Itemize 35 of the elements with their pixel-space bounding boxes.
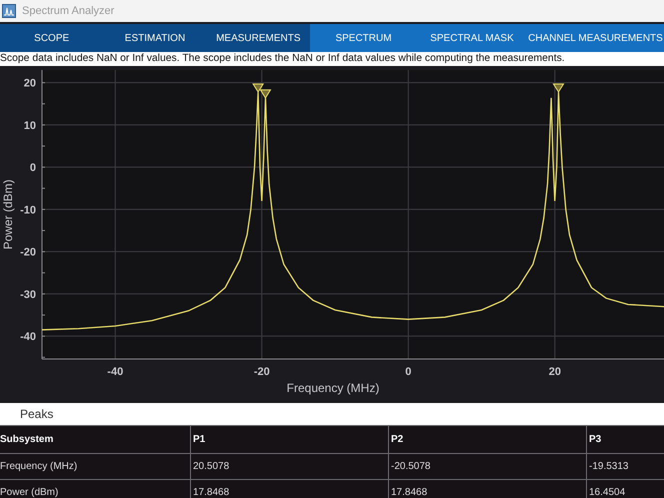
toolstrip-tab[interactable]: SPECTRUM — [310, 24, 417, 52]
table-cell: Power (dBm) — [0, 480, 190, 498]
y-tick-label: 20 — [24, 78, 36, 90]
window-title: Spectrum Analyzer — [22, 5, 114, 17]
toolstrip-tab[interactable]: CHANNEL MEASUREMENTS — [527, 24, 664, 52]
toolstrip-tab[interactable]: ESTIMATION — [103, 24, 207, 52]
column-header: P3 — [586, 426, 664, 454]
y-tick-label: -10 — [20, 204, 36, 216]
x-axis-label: Frequency (MHz) — [286, 381, 380, 395]
y-tick-label: -30 — [20, 288, 36, 301]
panel-title: Peaks — [20, 407, 54, 421]
column-header: P2 — [388, 426, 586, 454]
x-tick-label: -20 — [254, 366, 270, 378]
x-tick-label: 0 — [405, 366, 412, 378]
y-axis-label: Power (dBm) — [1, 180, 15, 250]
toolstrip-tab[interactable]: SCOPE — [0, 24, 104, 52]
peak-marker — [260, 89, 272, 99]
warning-message: Scope data includes NaN or Inf values. The scope includes the NaN or Inf data values while computing the measurements. — [0, 52, 664, 66]
x-tick-label: -40 — [107, 366, 124, 378]
peak-marker — [552, 83, 564, 93]
table-cell: 17.8468 — [388, 480, 586, 498]
table-cell: 20.5078 — [190, 454, 388, 480]
column-header: P1 — [190, 426, 388, 454]
y-tick-label: 10 — [24, 120, 36, 132]
toolstrip-tab[interactable]: SPECTRAL MASK — [417, 24, 527, 52]
toolstrip-tab[interactable]: MEASUREMENTS — [206, 24, 310, 52]
y-tick-label: 0 — [30, 162, 36, 174]
y-tick-label: -20 — [20, 246, 36, 259]
table-cell: 17.8468 — [190, 480, 388, 498]
table-cell: Frequency (MHz) — [0, 454, 190, 480]
y-tick-label: -40 — [20, 331, 36, 344]
x-tick-label: 20 — [548, 366, 561, 378]
peak-marker — [252, 83, 264, 93]
table-cell: -20.5078 — [388, 454, 586, 480]
column-header: Subsystem — [0, 426, 190, 454]
